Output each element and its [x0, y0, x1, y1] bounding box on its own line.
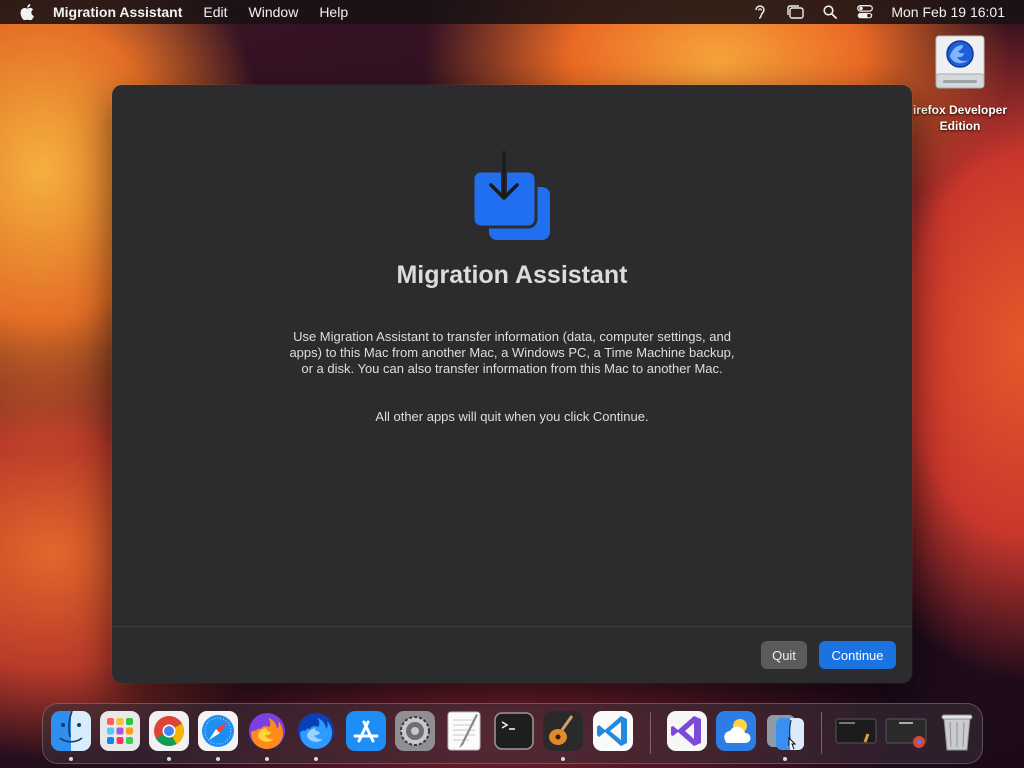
dock — [42, 703, 983, 764]
dock-launchpad[interactable] — [99, 710, 141, 752]
dock-terminal[interactable] — [493, 710, 535, 752]
apple-menu-icon[interactable] — [20, 4, 34, 20]
control-center-icon[interactable] — [856, 4, 874, 20]
menu-edit[interactable]: Edit — [203, 4, 227, 20]
textedit-icon — [447, 711, 481, 751]
trash-icon — [941, 714, 973, 751]
menu-help[interactable]: Help — [319, 4, 348, 20]
dock-firefox-developer-edition[interactable] — [295, 710, 337, 752]
firefox-icon — [249, 713, 285, 749]
desktop-icon-label-line1: irefox Developer — [912, 103, 1008, 117]
desktop-icon-label-line2: Edition — [939, 119, 981, 133]
app-store-icon — [346, 711, 386, 751]
dock-google-chrome[interactable] — [148, 710, 190, 752]
migration-assistant-dock-icon — [767, 715, 804, 750]
dock-finder[interactable] — [50, 710, 92, 752]
launchpad-icon — [100, 711, 140, 751]
menu-app-name[interactable]: Migration Assistant — [53, 4, 182, 20]
migration-assistant-window: Migration Assistant Use Migration Assist… — [112, 85, 912, 683]
dock-recent-window-2[interactable] — [885, 710, 927, 752]
dock-firefox[interactable] — [246, 710, 288, 752]
dock-recent-window-1[interactable] — [835, 710, 877, 752]
menu-bar: Migration Assistant Edit Window Help Mon… — [0, 0, 1024, 24]
dock-trash[interactable] — [936, 710, 978, 752]
dock-app-store[interactable] — [345, 710, 387, 752]
terminal-icon — [494, 712, 534, 750]
disk-image-icon — [933, 34, 987, 92]
desktop-icon-firefox-developer-edition[interactable]: irefox Developer Edition — [910, 34, 1010, 134]
window-thumbnail-icon — [835, 718, 877, 744]
hearing-icon[interactable] — [751, 4, 769, 20]
dock-weather[interactable] — [715, 710, 757, 752]
window-title: Migration Assistant — [396, 261, 628, 289]
firefox-developer-icon — [298, 713, 334, 749]
description-text: Use Migration Assistant to transfer info… — [289, 329, 735, 376]
stage-manager-icon[interactable] — [786, 4, 805, 20]
visual-studio-icon — [667, 711, 707, 751]
migration-assistant-icon — [472, 151, 550, 240]
dock-textedit[interactable] — [443, 710, 485, 752]
footer-divider — [112, 626, 912, 627]
continue-button[interactable]: Continue — [819, 641, 896, 669]
menu-window[interactable]: Window — [249, 4, 299, 20]
chrome-icon — [149, 711, 189, 751]
quit-notice-text: All other apps will quit when you click … — [375, 409, 649, 424]
window-thumbnail-icon — [885, 718, 927, 748]
dock-garageband[interactable] — [542, 710, 584, 752]
dock-migration-assistant[interactable] — [764, 710, 806, 752]
vscode-icon — [593, 711, 633, 751]
safari-icon — [198, 711, 238, 751]
settings-gear-icon — [395, 711, 435, 751]
guitar-icon — [543, 711, 583, 751]
spotlight-search-icon[interactable] — [821, 4, 839, 20]
dock-system-settings[interactable] — [394, 710, 436, 752]
dock-visual-studio[interactable] — [666, 710, 708, 752]
dock-safari[interactable] — [197, 710, 239, 752]
weather-icon — [716, 711, 756, 751]
dock-visual-studio-code[interactable] — [592, 710, 634, 752]
menu-bar-clock[interactable]: Mon Feb 19 16:01 — [891, 4, 1005, 20]
finder-icon — [51, 710, 91, 751]
quit-button[interactable]: Quit — [761, 641, 807, 669]
